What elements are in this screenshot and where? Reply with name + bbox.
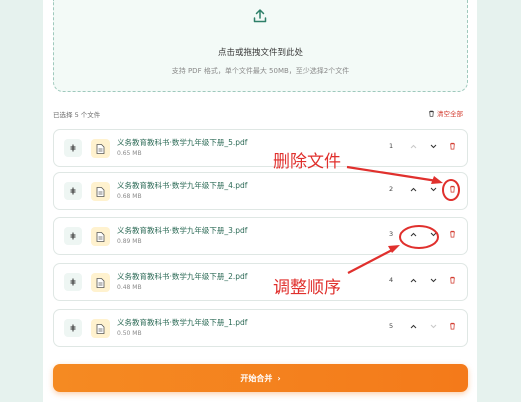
file-order-number: 3 bbox=[389, 230, 394, 238]
chevron-up-icon bbox=[410, 232, 416, 236]
drag-handle[interactable] bbox=[64, 139, 82, 157]
drag-handle-icon bbox=[70, 187, 76, 195]
file-name: 义务教育教科书·数学九年级下册_1.pdf bbox=[117, 318, 248, 327]
file-name: 义务教育教科书·数学九年级下册_2.pdf bbox=[117, 272, 248, 281]
trash-icon bbox=[449, 276, 455, 284]
dropzone-hint: 支持 PDF 格式，单个文件最大 50MB，至少选择2个文件 bbox=[171, 67, 350, 75]
chevron-down-icon bbox=[430, 324, 436, 328]
file-size: 0.65 MB bbox=[117, 150, 142, 157]
chevron-down-icon bbox=[430, 187, 436, 191]
file-card[interactable]: 义务教育教科书·数学九年级下册_1.pdf 0.50 MB 5 bbox=[53, 309, 468, 347]
drag-handle-icon bbox=[70, 324, 76, 332]
file-size: 0.89 MB bbox=[117, 238, 142, 245]
move-up-button[interactable] bbox=[407, 274, 419, 286]
delete-file-button[interactable] bbox=[446, 274, 458, 286]
chevron-up-icon bbox=[410, 187, 416, 191]
move-up-button bbox=[407, 140, 419, 152]
delete-file-button[interactable] bbox=[446, 320, 458, 332]
file-name: 义务教育教科书·数学九年级下册_4.pdf bbox=[117, 181, 248, 190]
pdf-file-icon-badge bbox=[91, 319, 110, 338]
file-order-number: 2 bbox=[389, 185, 394, 193]
file-size: 0.48 MB bbox=[117, 284, 142, 291]
reorder-annotation-label: 调整顺序 bbox=[273, 278, 341, 298]
chevron-up-icon bbox=[410, 324, 416, 328]
trash-icon bbox=[429, 110, 434, 117]
pdf-file-icon-badge bbox=[91, 182, 110, 201]
pdf-file-icon-badge bbox=[91, 273, 110, 292]
upload-icon bbox=[253, 9, 267, 23]
drag-handle[interactable] bbox=[64, 227, 82, 245]
arrow-right-icon: › bbox=[277, 373, 281, 383]
dropzone-title: 点击或拖拽文件到此处 bbox=[217, 48, 303, 58]
merge-button[interactable]: 开始合并 › bbox=[53, 364, 468, 392]
drag-handle[interactable] bbox=[64, 182, 82, 200]
delete-file-button[interactable] bbox=[446, 140, 458, 152]
move-down-button[interactable] bbox=[427, 183, 439, 195]
pdf-file-icon-badge bbox=[91, 139, 110, 158]
drag-handle-icon bbox=[70, 232, 76, 240]
move-up-button[interactable] bbox=[407, 228, 419, 240]
trash-icon bbox=[449, 230, 455, 238]
delete-file-button[interactable] bbox=[446, 228, 458, 240]
move-up-button[interactable] bbox=[407, 320, 419, 332]
file-card[interactable]: 义务教育教科书·数学九年级下册_5.pdf 0.65 MB 1 bbox=[53, 129, 468, 167]
drag-handle-icon bbox=[70, 144, 76, 152]
delete-file-button[interactable] bbox=[446, 183, 458, 195]
drag-handle-icon bbox=[70, 278, 76, 286]
file-size: 0.68 MB bbox=[117, 193, 142, 200]
chevron-down-icon bbox=[430, 278, 436, 282]
pdf-file-icon-badge bbox=[91, 227, 110, 246]
clear-all-label: 清空全部 bbox=[437, 110, 463, 118]
chevron-up-icon bbox=[410, 144, 416, 148]
move-up-button[interactable] bbox=[407, 183, 419, 195]
file-name: 义务教育教科书·数学九年级下册_3.pdf bbox=[117, 226, 248, 235]
move-down-button[interactable] bbox=[427, 274, 439, 286]
selected-count: 已选择 5 个文件 bbox=[53, 111, 101, 119]
trash-icon bbox=[449, 142, 455, 150]
merge-button-label: 开始合并 bbox=[240, 373, 273, 383]
chevron-down-icon bbox=[430, 144, 436, 148]
move-down-button[interactable] bbox=[427, 228, 439, 240]
document-icon bbox=[96, 277, 105, 288]
file-size: 0.50 MB bbox=[117, 330, 142, 337]
document-icon bbox=[96, 323, 105, 334]
file-card[interactable]: 义务教育教科书·数学九年级下册_2.pdf 0.48 MB 4 bbox=[53, 263, 468, 301]
drag-handle[interactable] bbox=[64, 273, 82, 291]
clear-all-button[interactable]: 清空全部 bbox=[428, 108, 463, 118]
document-icon bbox=[96, 143, 105, 154]
file-order-number: 5 bbox=[389, 322, 394, 330]
file-card[interactable]: 义务教育教科书·数学九年级下册_4.pdf 0.68 MB 2 bbox=[53, 172, 468, 210]
document-icon bbox=[96, 186, 105, 197]
trash-icon bbox=[449, 322, 455, 330]
drag-handle[interactable] bbox=[64, 319, 82, 337]
move-down-button bbox=[427, 320, 439, 332]
document-icon bbox=[96, 231, 105, 242]
trash-icon bbox=[449, 185, 455, 193]
file-card[interactable]: 义务教育教科书·数学九年级下册_3.pdf 0.89 MB 3 bbox=[53, 217, 468, 255]
file-name: 义务教育教科书·数学九年级下册_5.pdf bbox=[117, 138, 248, 147]
move-down-button[interactable] bbox=[427, 140, 439, 152]
chevron-down-icon bbox=[430, 232, 436, 236]
file-order-number: 1 bbox=[389, 142, 394, 150]
delete-annotation-label: 删除文件 bbox=[273, 152, 341, 172]
file-order-number: 4 bbox=[389, 276, 394, 284]
chevron-up-icon bbox=[410, 278, 416, 282]
